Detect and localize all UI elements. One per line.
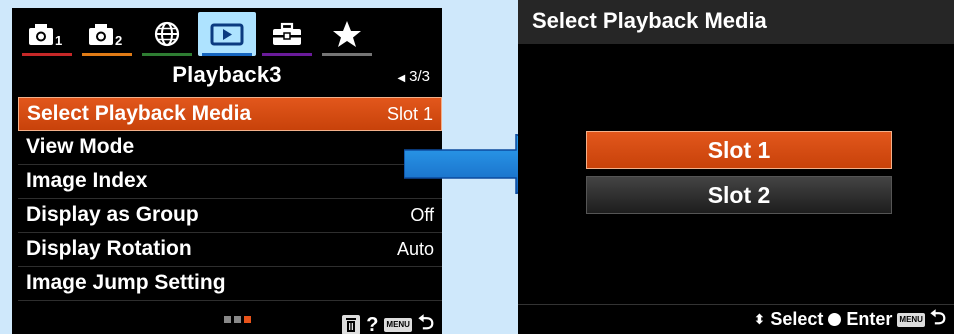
footer-icons: ? MENU ⮌ [342,308,434,334]
page-dot [224,316,231,323]
screen-footer: ⬍ Select Enter MENU ⮌ [518,304,954,334]
camera-2-tab[interactable]: 2 [78,12,136,56]
my-menu-tab[interactable] [318,12,376,56]
menu-item-label: Image Index [26,169,148,192]
camera-icon: 1 [29,24,62,47]
camera-1-tab[interactable]: 1 [18,12,76,56]
page-dot [234,316,241,323]
camera-menu-screen: 1 2 Playback3 ◀ 3/3 Select Playback Medi… [12,8,442,334]
playback-icon [210,23,244,46]
page-header: Playback3 ◀ 3/3 [12,58,442,94]
menu-list: Select Playback Media Slot 1 View Mode I… [18,97,442,301]
menu-item-image-jump-setting[interactable]: Image Jump Setting [18,267,442,301]
menu-item-label: View Mode [26,135,135,158]
page-title: Playback3 [172,62,282,87]
page-number: 3/3 [409,68,430,85]
menu-item-label: Display as Group [26,203,199,226]
page-dots [224,316,251,323]
back-icon[interactable]: ⮌ [930,303,946,334]
svg-text:1: 1 [55,33,62,47]
up-down-arrows-icon: ⬍ [753,311,766,327]
menu-item-view-mode[interactable]: View Mode [18,131,442,165]
enter-hint: Enter [846,309,893,329]
menu-item-label: Select Playback Media [27,102,252,125]
menu-item-image-index[interactable]: Image Index [18,165,442,199]
camera-icon: 2 [89,24,122,47]
menu-item-select-playback-media[interactable]: Select Playback Media Slot 1 [18,97,442,131]
menu-item-value: Off [410,205,434,225]
page-dot-active [244,316,251,323]
trash-icon[interactable] [342,315,361,334]
globe-icon [154,21,180,47]
page-indicator[interactable]: ◀ 3/3 [397,68,430,85]
menu-item-value: Slot 1 [386,104,433,124]
menu-item-display-rotation[interactable]: Display Rotation Auto [18,233,442,267]
option-slot-2[interactable]: Slot 2 [586,176,892,214]
svg-text:2: 2 [115,33,122,47]
left-arrow-icon: ◀ [397,73,406,84]
menu-footer: ? MENU ⮌ [12,304,442,334]
option-slot-1[interactable]: Slot 1 [586,131,892,169]
select-hint: Select [770,309,824,329]
network-tab[interactable] [138,12,196,56]
toolbox-icon [273,22,301,45]
star-icon [333,21,361,47]
back-icon[interactable]: ⮌ [418,308,434,334]
menu-item-display-as-group[interactable]: Display as Group Off [18,199,442,233]
setup-tab[interactable] [258,12,316,56]
help-icon[interactable]: ? [366,314,378,334]
menu-item-label: Image Jump Setting [26,271,226,294]
menu-tab-bar: 1 2 [12,8,442,58]
screen-title: Select Playback Media [518,0,954,44]
select-playback-media-screen: Select Playback Media Slot 1 Slot 2 ⬍ Se… [518,0,954,334]
playback-tab[interactable] [198,12,256,56]
enter-button-icon [828,313,842,326]
menu-item-label: Display Rotation [26,237,192,260]
menu-button-icon[interactable]: MENU [384,318,412,332]
menu-button-icon[interactable]: MENU [897,312,925,327]
menu-item-value: Auto [396,239,434,259]
